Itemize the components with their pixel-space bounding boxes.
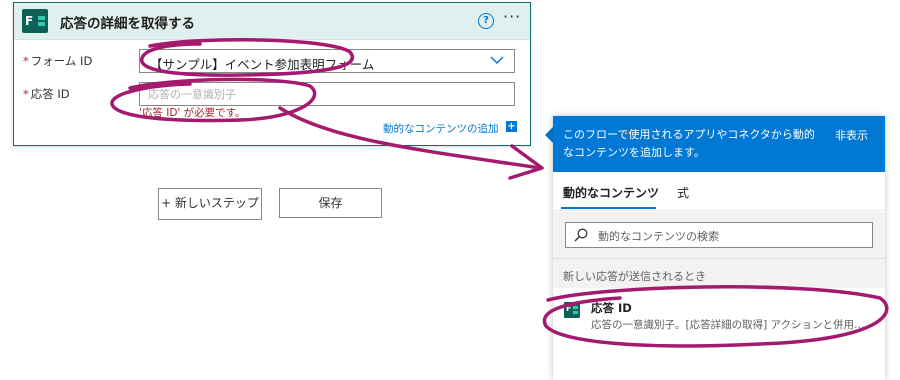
annotation-arrowhead	[508, 144, 544, 180]
flyout-description: このフローで使用されるアプリやコネクタから動的なコンテンツを追加します。	[563, 128, 815, 159]
dynamic-token-response-id[interactable]: F 応答 ID 応答の一意識別子。[応答詳細の取得] アクションと併用して...	[553, 288, 885, 334]
forms-token-icon: F	[564, 302, 580, 318]
response-id-error: '応答 ID' が必要です。	[139, 107, 246, 119]
flyout-header: このフローで使用されるアプリやコネクタから動的なコンテンツを追加します。 非表示	[553, 116, 885, 172]
search-input[interactable]	[596, 225, 870, 247]
card-header[interactable]: F 応答の詳細を取得する ? ···	[14, 3, 530, 40]
form-id-label: * フォーム ID	[23, 53, 92, 69]
token-description: 応答の一意識別子。[応答詳細の取得] アクションと併用して...	[591, 319, 871, 331]
more-options-icon[interactable]: ···	[503, 7, 521, 26]
response-id-input[interactable]	[139, 82, 515, 106]
form-id-value: 【サンプル】イベント参加表明フォーム	[150, 57, 375, 72]
save-button[interactable]: 保存	[279, 188, 382, 218]
required-mark: *	[23, 87, 29, 101]
group-title: 新しい応答が送信されるとき	[563, 270, 706, 283]
forms-logo-icon: F	[22, 9, 48, 33]
add-dynamic-content-link[interactable]: 動的なコンテンツの追加	[383, 121, 499, 136]
chevron-down-icon[interactable]	[490, 53, 504, 67]
flyout-tabs: 動的なコンテンツ 式	[553, 172, 885, 211]
search-area	[553, 212, 885, 258]
dynamic-content-flyout: このフローで使用されるアプリやコネクタから動的なコンテンツを追加します。 非表示…	[553, 116, 885, 380]
hide-flyout-link[interactable]: 非表示	[835, 127, 868, 143]
tab-dynamic-content[interactable]: 動的なコンテンツ	[563, 184, 659, 201]
selected-tab-indicator	[561, 207, 656, 209]
response-id-label-text: 応答 ID	[30, 87, 70, 101]
add-dynamic-content-icon[interactable]: +	[506, 121, 517, 132]
trigger-group-heading: 新しい応答が送信されるとき	[553, 258, 885, 289]
token-name: 応答 ID	[591, 301, 632, 315]
tab-expression[interactable]: 式	[677, 184, 689, 201]
search-icon	[574, 228, 588, 242]
response-id-label: * 応答 ID	[23, 86, 70, 102]
form-id-label-text: フォーム ID	[30, 54, 93, 68]
new-step-button[interactable]: + 新しいステップ	[158, 188, 262, 220]
search-box[interactable]	[565, 222, 873, 248]
required-mark: *	[23, 54, 29, 68]
help-icon[interactable]: ?	[478, 13, 494, 29]
get-response-details-card: F 応答の詳細を取得する ? ··· * フォーム ID 【サンプル】イベント参加…	[13, 2, 531, 146]
card-title[interactable]: 応答の詳細を取得する	[60, 12, 195, 32]
form-id-select[interactable]: 【サンプル】イベント参加表明フォーム	[139, 49, 515, 73]
